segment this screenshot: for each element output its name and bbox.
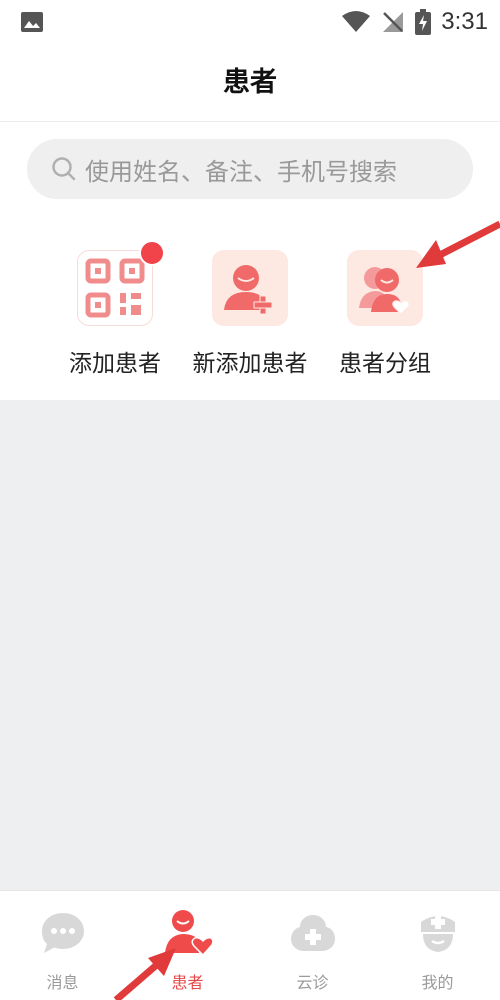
tab-messages-label: 消息 xyxy=(46,973,79,992)
patient-list-area xyxy=(0,400,500,890)
tab-cloud-consult[interactable]: 云诊 xyxy=(250,891,375,1000)
search-input[interactable]: 使用姓名、备注、手机号搜索 xyxy=(27,139,473,199)
qr-code-icon xyxy=(85,258,145,318)
tab-mine-label: 我的 xyxy=(421,973,454,992)
tab-messages[interactable]: 消息 xyxy=(0,891,125,1000)
status-bar: 3:31 xyxy=(0,0,500,46)
wifi-icon xyxy=(342,11,371,32)
tab-patients[interactable]: 患者 xyxy=(125,891,250,1000)
doctor-profile-icon xyxy=(420,915,455,952)
add-user-icon xyxy=(224,265,273,315)
cloud-consult-icon xyxy=(290,915,335,951)
add-patient-tile xyxy=(77,240,165,326)
no-signal-icon xyxy=(383,12,404,32)
patient-group-tile xyxy=(347,250,423,326)
notification-badge xyxy=(139,240,165,266)
new-patients-tile xyxy=(212,250,288,326)
patient-group-icon xyxy=(359,267,410,315)
patient-group-label: 患者分组 xyxy=(339,351,431,377)
new-patients-button[interactable]: 新添加患者 xyxy=(175,250,325,378)
clock: 3:31 xyxy=(441,8,488,35)
bottom-tab-bar: 消息 患者 云诊 我的 xyxy=(0,890,500,1000)
new-patients-label: 新添加患者 xyxy=(192,351,308,377)
add-patient-button[interactable]: 添加患者 xyxy=(40,240,190,378)
search-icon xyxy=(52,157,76,181)
tab-cloud-consult-label: 云诊 xyxy=(296,973,329,992)
page-title: 患者 xyxy=(223,67,277,98)
chat-icon xyxy=(41,913,84,953)
add-patient-label: 添加患者 xyxy=(69,351,161,377)
image-notification-icon xyxy=(21,12,43,32)
search-placeholder: 使用姓名、备注、手机号搜索 xyxy=(85,157,397,186)
tab-mine[interactable]: 我的 xyxy=(375,891,500,1000)
patient-group-button[interactable]: 患者分组 xyxy=(310,250,460,378)
quick-actions: 添加患者 新添加患者 患者分组 xyxy=(0,240,500,400)
battery-charging-icon xyxy=(415,9,432,35)
title-bar: 患者 xyxy=(0,46,500,122)
tab-patients-label: 患者 xyxy=(171,973,204,992)
patient-icon xyxy=(164,910,213,957)
